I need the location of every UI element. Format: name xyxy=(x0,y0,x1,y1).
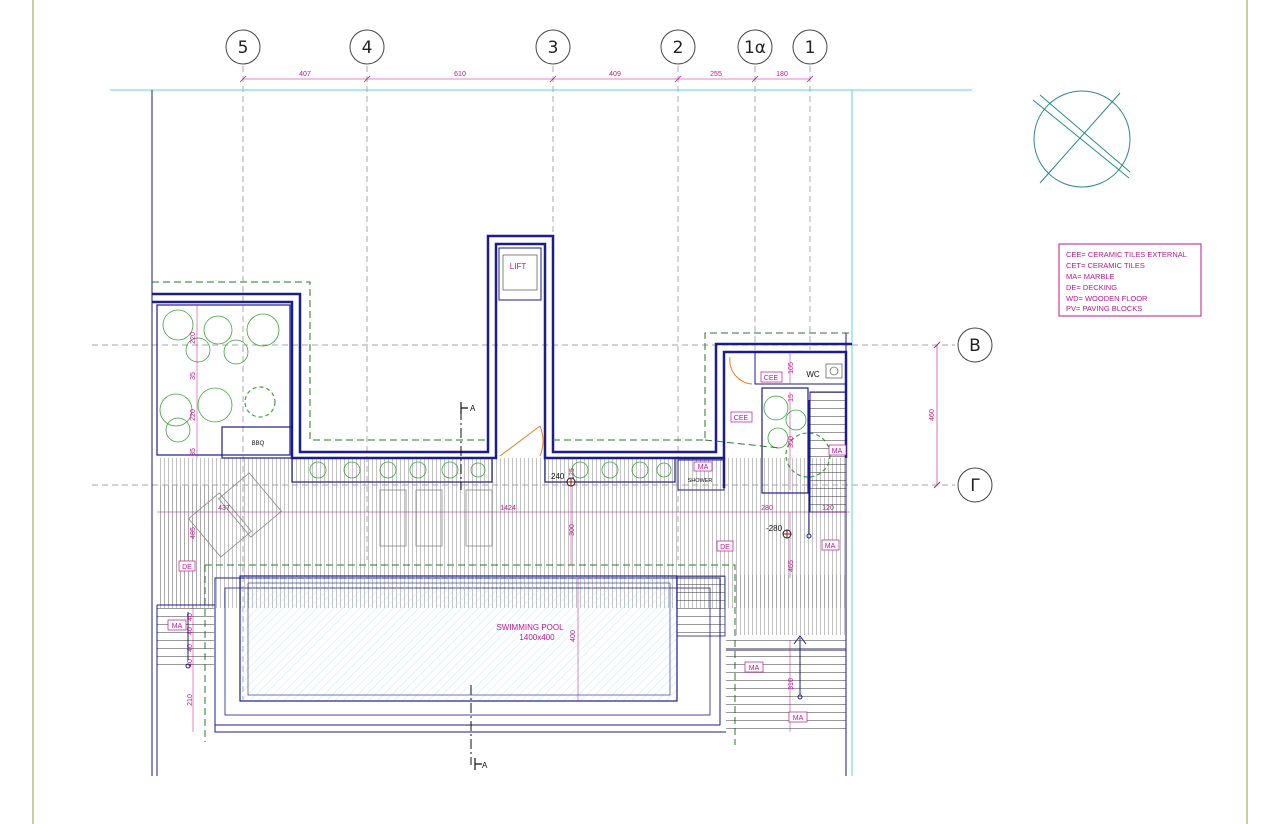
svg-text:DE: DE xyxy=(720,544,730,551)
dimension-409: 409 xyxy=(609,71,621,78)
material-tag-de-1: DE xyxy=(716,540,734,552)
material-tag-ma-6: MA xyxy=(788,711,808,723)
svg-text:MA: MA xyxy=(832,448,843,455)
svg-text:280: 280 xyxy=(761,505,773,512)
material-tag-ma-5: MA xyxy=(744,661,764,673)
svg-text:125: 125 xyxy=(569,468,576,480)
pool-name: SWIMMING POOL xyxy=(496,623,564,632)
svg-text:B: B xyxy=(969,336,981,356)
section-mark-top: A xyxy=(470,404,476,413)
svg-text:MA: MA xyxy=(698,464,709,471)
svg-text:1: 1 xyxy=(805,38,816,58)
svg-text:485: 485 xyxy=(190,527,197,539)
dimension-407: 407 xyxy=(299,71,311,78)
bbq-label: BBQ xyxy=(252,441,265,447)
legend-item: PV= PAVING BLOCKS xyxy=(1066,304,1142,313)
legend-item: WD= WOODEN FLOOR xyxy=(1066,294,1148,303)
lift-shaft: LIFT xyxy=(498,247,542,301)
svg-text:105: 105 xyxy=(788,362,795,374)
svg-text:3: 3 xyxy=(548,38,559,58)
dimension-180: 180 xyxy=(776,71,788,78)
grid-bubble-5: 5 xyxy=(225,29,261,65)
material-tag-ma-4: MA xyxy=(167,619,187,631)
svg-text:35: 35 xyxy=(190,372,197,380)
svg-text:40: 40 xyxy=(187,659,194,667)
grid-bubble-2: 2 xyxy=(660,29,696,65)
grid-bubble-b: B xyxy=(957,327,993,363)
pool-size: 1400x400 xyxy=(519,633,555,642)
legend-item: CEE= CERAMIC TILES EXTERNAL xyxy=(1066,250,1187,259)
level-lower: -280 xyxy=(766,524,783,533)
svg-text:MA: MA xyxy=(793,715,804,722)
lift-label: LIFT xyxy=(510,262,527,271)
level-upper: 240 xyxy=(551,472,565,481)
svg-text:220: 220 xyxy=(190,332,197,344)
stairs-left xyxy=(157,608,214,668)
grid-bubbles-rows: B Γ xyxy=(957,327,993,503)
bbq-block: BBQ xyxy=(252,441,265,447)
material-tag-ma-1: MA xyxy=(693,461,713,472)
legend-item: CET= CERAMIC TILES xyxy=(1066,261,1145,270)
svg-text:CEE: CEE xyxy=(764,375,779,382)
section-mark-bottom: A xyxy=(482,761,488,770)
grid-bubble-4: 4 xyxy=(349,29,385,65)
material-tag-de-2: DE xyxy=(178,560,196,572)
material-tag-ma-3: MA xyxy=(821,539,840,551)
svg-text:MA: MA xyxy=(749,665,760,672)
svg-text:210: 210 xyxy=(187,694,194,706)
svg-text:1424: 1424 xyxy=(500,505,516,512)
material-tag-ma-2: MA xyxy=(828,444,847,456)
grid-bubble-gamma: Γ xyxy=(957,467,993,503)
material-tag-cee-2: CEE xyxy=(730,411,753,423)
building-walls xyxy=(152,234,852,488)
swimming-pool: SWIMMING POOL 1400x400 xyxy=(214,575,726,726)
legend-item: DE= DECKING xyxy=(1066,283,1117,292)
column-dimension-chain: 407 610 409 255 180 xyxy=(239,71,814,83)
door-swing xyxy=(499,356,753,457)
svg-text:310: 310 xyxy=(788,678,795,690)
svg-text:120: 120 xyxy=(822,505,834,512)
svg-text:1α: 1α xyxy=(744,38,766,58)
grid-bubbles-columns: 5 4 3 2 1α 1 xyxy=(225,29,828,65)
north-arrow-icon xyxy=(1032,90,1131,188)
svg-text:MA: MA xyxy=(825,543,836,550)
svg-text:MA: MA xyxy=(172,623,183,630)
svg-text:220: 220 xyxy=(190,409,197,421)
row-dimension: 460 xyxy=(929,341,941,489)
grid-bubble-3: 3 xyxy=(535,29,571,65)
stairs-bottom-right xyxy=(726,640,846,732)
svg-text:5: 5 xyxy=(238,38,249,58)
dimension-255: 255 xyxy=(710,71,722,78)
svg-text:400: 400 xyxy=(570,630,577,642)
svg-text:DE: DE xyxy=(182,564,192,571)
shower-label: SHOWER xyxy=(688,478,713,484)
material-tag-cee-1: CEE xyxy=(760,371,783,383)
grid-bubble-1a: 1α xyxy=(737,29,773,65)
svg-text:Γ: Γ xyxy=(970,476,980,496)
floor-plan-drawing: 5 4 3 2 1α 1 B Γ 407 610 409 255 180 460 xyxy=(32,0,1248,824)
materials-legend: CEE= CERAMIC TILES EXTERNAL CET= CERAMIC… xyxy=(1058,243,1202,317)
dimension-610: 610 xyxy=(454,71,466,78)
svg-text:4: 4 xyxy=(362,38,373,58)
wc-label: WC xyxy=(806,370,820,379)
grid-bubble-1: 1 xyxy=(792,29,828,65)
svg-text:437: 437 xyxy=(218,505,230,512)
legend-item: MA= MARBLE xyxy=(1066,272,1115,281)
svg-text:15: 15 xyxy=(788,394,795,402)
svg-text:465: 465 xyxy=(788,560,795,572)
svg-text:CEE: CEE xyxy=(734,415,749,422)
svg-text:35: 35 xyxy=(190,448,197,456)
svg-text:350: 350 xyxy=(788,436,795,448)
svg-text:2: 2 xyxy=(673,38,684,58)
dimension-460: 460 xyxy=(929,409,936,421)
svg-text:300: 300 xyxy=(569,524,576,536)
